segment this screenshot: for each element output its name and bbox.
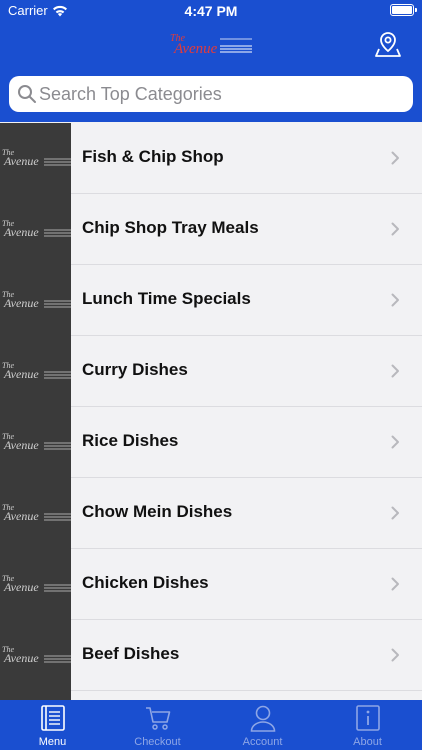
category-row-fish-chip-shop[interactable]: The Avenue Fish & Chip Shop xyxy=(0,123,422,194)
svg-text:Avenue: Avenue xyxy=(3,296,39,310)
category-row-chip-shop-tray-meals[interactable]: The Avenue Chip Shop Tray Meals xyxy=(0,194,422,265)
chevron-right-icon xyxy=(391,435,400,454)
category-thumbnail: The Avenue xyxy=(0,620,71,691)
account-icon xyxy=(250,704,276,737)
category-thumbnail: The Avenue xyxy=(0,194,71,265)
status-bar: Carrier 4:47 PM xyxy=(0,0,422,24)
svg-text:Avenue: Avenue xyxy=(3,509,39,523)
tab-label: Account xyxy=(242,736,283,748)
tab-label: About xyxy=(353,736,382,748)
svg-text:Avenue: Avenue xyxy=(173,41,218,56)
category-thumbnail: The Avenue xyxy=(0,478,71,549)
category-row-curry-dishes[interactable]: The Avenue Curry Dishes xyxy=(0,336,422,407)
app-header: Carrier 4:47 PM The Avenue xyxy=(0,0,422,122)
chevron-right-icon xyxy=(391,293,400,312)
tab-about[interactable]: About xyxy=(315,700,420,750)
chevron-right-icon xyxy=(391,648,400,667)
tab-menu[interactable]: Menu xyxy=(0,700,105,750)
menu-icon xyxy=(40,704,66,737)
category-thumbnail: The Avenue xyxy=(0,336,71,407)
category-label: Rice Dishes xyxy=(82,431,179,450)
the-avenue-logo: The Avenue xyxy=(168,30,254,57)
tab-account[interactable]: Account xyxy=(210,700,315,750)
category-row-beef-dishes[interactable]: The Avenue Beef Dishes xyxy=(0,620,422,691)
category-row-chow-mein-dishes[interactable]: The Avenue Chow Mein Dishes xyxy=(0,478,422,549)
svg-text:Avenue: Avenue xyxy=(3,438,39,452)
info-icon xyxy=(355,704,381,737)
category-thumbnail xyxy=(0,691,71,700)
category-row-rice-dishes[interactable]: The Avenue Rice Dishes xyxy=(0,407,422,478)
cart-icon xyxy=(145,704,171,737)
svg-text:Avenue: Avenue xyxy=(3,580,39,594)
search-icon xyxy=(17,84,37,109)
category-label: Lunch Time Specials xyxy=(82,289,251,308)
category-row-partial[interactable] xyxy=(0,691,422,700)
category-list: The Avenue Fish & Chip Shop The Avenue Chi… xyxy=(0,123,422,700)
svg-text:Avenue: Avenue xyxy=(3,154,39,168)
category-thumbnail: The Avenue xyxy=(0,549,71,620)
svg-text:Avenue: Avenue xyxy=(3,367,39,381)
category-label: Chicken Dishes xyxy=(82,573,209,592)
category-thumbnail: The Avenue xyxy=(0,265,71,336)
category-label: Curry Dishes xyxy=(82,360,188,379)
chevron-right-icon xyxy=(391,577,400,596)
tab-label: Menu xyxy=(38,736,67,748)
chevron-right-icon xyxy=(391,151,400,170)
tab-checkout[interactable]: Checkout xyxy=(105,700,210,750)
battery-icon xyxy=(390,4,417,16)
category-label: Beef Dishes xyxy=(82,644,180,663)
category-label: Chow Mein Dishes xyxy=(82,502,233,521)
category-row-lunch-time-specials[interactable]: The Avenue Lunch Time Specials xyxy=(0,265,422,336)
search-bar[interactable] xyxy=(9,76,413,112)
category-row-chicken-dishes[interactable]: The Avenue Chicken Dishes xyxy=(0,549,422,620)
svg-text:Avenue: Avenue xyxy=(3,225,39,239)
chevron-right-icon xyxy=(391,364,400,383)
category-label: Fish & Chip Shop xyxy=(82,147,224,166)
chevron-right-icon xyxy=(391,222,400,241)
svg-text:Avenue: Avenue xyxy=(3,651,39,665)
chevron-right-icon xyxy=(391,506,400,525)
search-input[interactable] xyxy=(39,76,399,112)
category-label: Chip Shop Tray Meals xyxy=(82,218,259,237)
clock: 4:47 PM xyxy=(184,3,238,19)
tab-label: Checkout xyxy=(134,736,181,748)
map-pin-icon[interactable] xyxy=(374,30,402,58)
category-thumbnail: The Avenue xyxy=(0,123,71,194)
tab-bar: Menu Checkout Account About xyxy=(0,700,422,750)
category-thumbnail: The Avenue xyxy=(0,407,71,478)
